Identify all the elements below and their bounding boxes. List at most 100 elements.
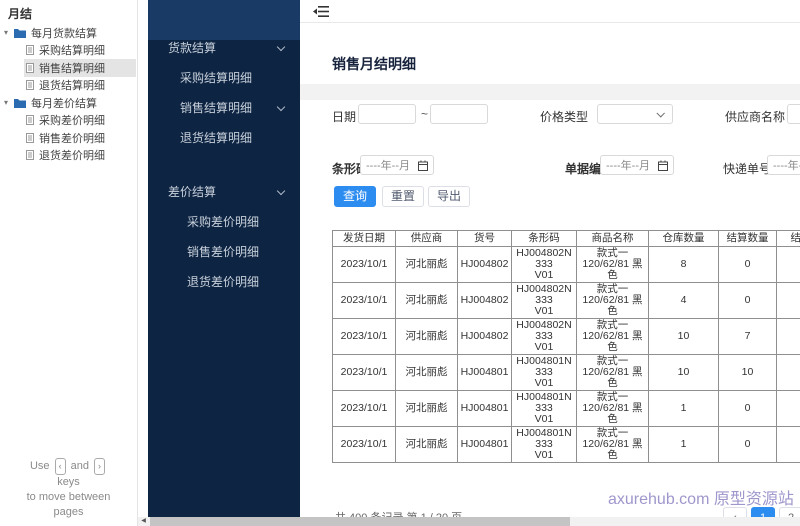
chevron-down-icon	[276, 186, 286, 196]
table-cell: 2023/10/1	[332, 426, 396, 463]
page-icon	[26, 62, 34, 73]
price-type-select[interactable]	[597, 104, 673, 124]
nav-item-销售差价明细[interactable]: 销售差价明细	[148, 242, 300, 260]
right-key-icon: ›	[94, 458, 106, 475]
table-cell	[776, 282, 800, 319]
folder-icon	[14, 98, 26, 108]
column-header-商品名称: 商品名称	[576, 230, 649, 247]
barcode-month-input[interactable]: ----年--月	[360, 155, 434, 175]
table-row: 2023/10/1 河北丽彪 HJ004802 HJ004802N333 V01 款式一…	[332, 246, 800, 283]
table-cell	[776, 354, 800, 391]
footer-text-and: and	[70, 460, 89, 472]
table-cell: 4	[648, 282, 719, 319]
table-cell: 2023/10/1	[332, 354, 396, 391]
express-month-input[interactable]: ----年--月	[767, 155, 800, 175]
main-content: 销售月结明细 日期 ~ 价格类型 供应商名称 条形码 ----年--月 单据编号…	[300, 0, 800, 517]
calendar-icon	[418, 160, 428, 171]
nav-item-label: 销售差价明细	[187, 244, 260, 259]
table-cell: HJ004801N333 V01	[511, 354, 577, 391]
table-cell: HJ004802	[457, 282, 512, 319]
sitemap-item-label: 退货差价明细	[39, 150, 105, 163]
table-cell: 2023/10/1	[332, 246, 396, 283]
table-cell: 7	[718, 318, 777, 355]
scrollbar-thumb[interactable]	[150, 517, 570, 526]
table-cell: 河北丽彪	[395, 390, 458, 427]
doc-number-month-input[interactable]: ----年--月	[600, 155, 674, 175]
sitemap-item-销售结算明细[interactable]: 销售结算明细	[0, 59, 136, 77]
nav-item-退货差价明细[interactable]: 退货差价明细	[148, 272, 300, 290]
table-cell: 款式一 120/62/81 黑色	[576, 426, 649, 463]
sitemap-item-label: 采购差价明细	[39, 115, 105, 128]
horizontal-scrollbar[interactable]: ◀	[138, 517, 800, 526]
nav-item-采购结算明细[interactable]: 采购结算明细	[148, 68, 300, 86]
column-header-结算金额: 结算金额	[776, 230, 800, 247]
table-cell: HJ004802	[457, 318, 512, 355]
month-placeholder: ----年--月	[366, 160, 410, 172]
footer-line2: to move between	[26, 491, 111, 503]
table-cell: 2023/10/1	[332, 282, 396, 319]
table-cell: 10	[718, 354, 777, 391]
footer-text-use: Use	[29, 460, 50, 472]
pagination-page-button-1[interactable]: 1	[751, 507, 775, 517]
tree-expand-caret-icon[interactable]: ▾	[4, 28, 14, 37]
nav-item-label: 采购结算明细	[180, 70, 253, 85]
page-title: 销售月结明细	[332, 56, 416, 72]
table-cell: 1	[648, 390, 719, 427]
export-button[interactable]: 导出	[428, 186, 470, 207]
month-placeholder: ----年--月	[606, 160, 650, 172]
table-cell: HJ004801	[457, 390, 512, 427]
reset-button[interactable]: 重置	[382, 186, 424, 207]
nav-item-label: 差价结算	[168, 184, 217, 199]
pagination-page-button-2[interactable]: 2	[779, 507, 800, 517]
supplier-name-input[interactable]	[787, 104, 800, 124]
table-row: 2023/10/1 河北丽彪 HJ004802 HJ004802N333 V01 款式一…	[332, 282, 800, 319]
table-cell: 2023/10/1	[332, 390, 396, 427]
date-to-input[interactable]	[430, 104, 488, 124]
nav-item-销售结算明细[interactable]: 销售结算明细	[148, 98, 300, 116]
sitemap-item-每月货款结算[interactable]: ▾ 每月货款结算	[0, 24, 136, 42]
sitemap-item-采购差价明细[interactable]: 采购差价明细	[0, 112, 136, 130]
sitemap-item-退货结算明细[interactable]: 退货结算明细	[0, 77, 136, 95]
page-icon	[26, 132, 34, 143]
sitemap-item-每月差价结算[interactable]: ▾ 每月差价结算	[0, 94, 136, 112]
sitemap-item-label: 销售差价明细	[39, 132, 105, 145]
tree-expand-caret-icon[interactable]: ▾	[4, 98, 14, 107]
menu-fold-icon[interactable]	[313, 5, 329, 23]
nav-item-采购差价明细[interactable]: 采购差价明细	[148, 212, 300, 230]
nav-logo-block	[148, 0, 300, 40]
scrollbar-left-arrow-icon[interactable]: ◀	[138, 517, 149, 526]
sitemap-item-退货差价明细[interactable]: 退货差价明细	[0, 147, 136, 165]
table-row: 2023/10/1 河北丽彪 HJ004802 HJ004802N333 V01 款式一…	[332, 318, 800, 355]
footer-line-keys: keys	[57, 476, 80, 488]
table-cell: 款式一 120/62/81 黑色	[576, 246, 649, 283]
nav-item-退货结算明细[interactable]: 退货结算明细	[148, 128, 300, 146]
price-type-label: 价格类型	[540, 110, 589, 124]
table-cell: 0	[718, 246, 777, 283]
table-cell: 河北丽彪	[395, 282, 458, 319]
chevron-down-icon	[276, 102, 286, 112]
table-cell: 河北丽彪	[395, 354, 458, 391]
sitemap-item-采购结算明细[interactable]: 采购结算明细	[0, 42, 136, 60]
pagination-summary: 共 400 条记录 第 1 / 20 页	[335, 509, 462, 517]
nav-group-差价结算[interactable]: 差价结算	[148, 182, 300, 200]
query-button[interactable]: 查询	[334, 186, 376, 207]
table-cell: HJ004801	[457, 426, 512, 463]
table-cell	[776, 390, 800, 427]
table-cell	[776, 246, 800, 283]
nav-group-货款结算[interactable]: 货款结算	[148, 38, 300, 56]
results-table: 发货日期供应商货号条形码商品名称仓库数量结算数量结算金额 2023/10/1河北…	[332, 230, 800, 463]
table-cell: 款式一 120/62/81 黑色	[576, 390, 649, 427]
watermark: axurehub.com 原型资源站	[608, 491, 794, 508]
calendar-icon	[658, 160, 668, 171]
sitemap-item-销售差价明细[interactable]: 销售差价明细	[0, 129, 136, 147]
nav-item-label: 退货结算明细	[180, 130, 253, 145]
table-cell: 款式一 120/62/81 黑色	[576, 318, 649, 355]
date-from-input[interactable]	[358, 104, 416, 124]
footer-line1: Use ‹ and ›	[0, 458, 137, 475]
page-icon	[26, 80, 34, 91]
table-cell: HJ004801N333 V01	[511, 426, 577, 463]
date-range-separator: ~	[421, 107, 429, 121]
pagination-prev-button[interactable]: ‹	[723, 507, 747, 517]
table-cell	[776, 318, 800, 355]
table-cell: 0	[718, 426, 777, 463]
